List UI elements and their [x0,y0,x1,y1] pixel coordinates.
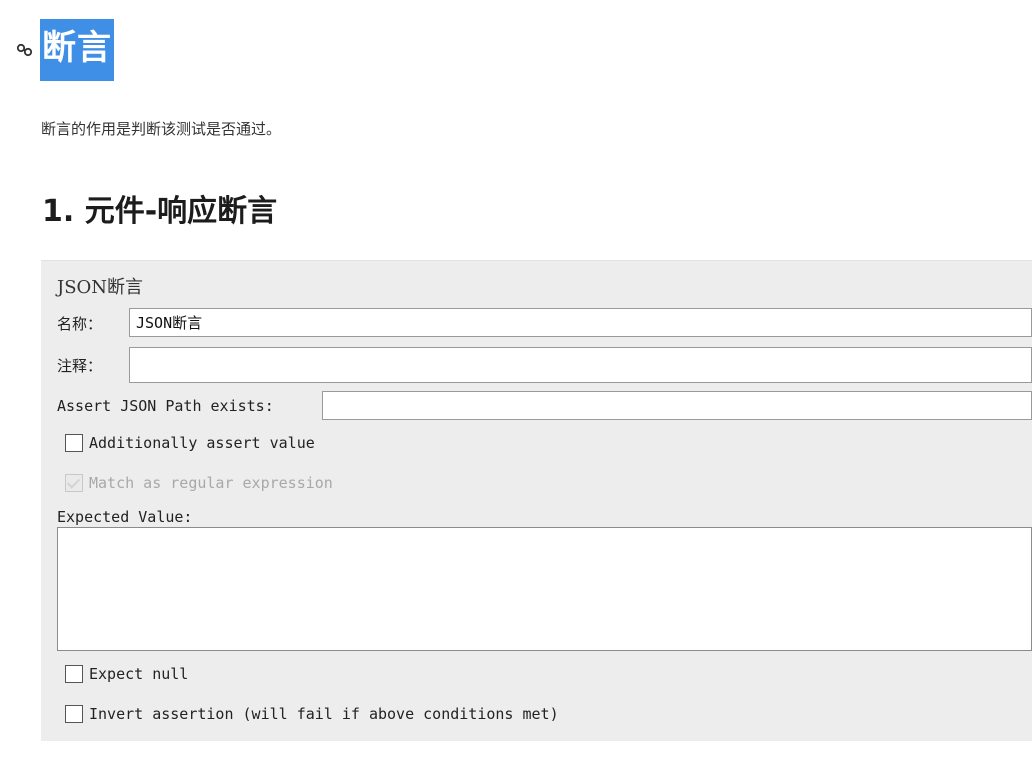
invert-assertion-checkbox[interactable] [65,705,83,723]
additionally-assert-checkbox[interactable] [65,434,83,452]
json-path-input[interactable] [329,396,1025,415]
regex-checkbox[interactable] [65,474,83,492]
json-path-field[interactable] [322,391,1032,420]
additionally-assert-label: Additionally assert value [89,434,315,452]
expect-null-row[interactable]: Expect null [65,665,188,683]
comment-input[interactable] [136,356,1025,374]
regex-row[interactable]: Match as regular expression [65,474,333,492]
expected-value-field[interactable] [57,527,1032,651]
expect-null-checkbox[interactable] [65,665,83,683]
name-label: 名称： [57,315,103,333]
expected-value-textarea[interactable] [58,528,1031,650]
additionally-assert-row[interactable]: Additionally assert value [65,434,315,452]
comment-field[interactable] [129,347,1032,383]
invert-assertion-row[interactable]: Invert assertion (will fail if above con… [65,705,559,723]
expected-value-label: Expected Value: [57,508,193,526]
page-heading: 断言 [12,19,114,81]
link-icon[interactable] [12,37,38,63]
invert-assertion-label: Invert assertion (will fail if above con… [89,705,559,723]
name-field[interactable] [129,308,1032,337]
name-input[interactable] [136,313,1025,332]
intro-text: 断言的作用是判断该测试是否通过。 [41,120,282,138]
comment-label: 注释： [57,357,103,375]
json-path-label: Assert JSON Path exists: [57,397,274,415]
json-assertion-panel: JSON断言 名称： 注释： Assert JSON Path exists: … [41,260,1032,741]
panel-title: JSON断言 [57,277,144,298]
section-title: 1. 元件-响应断言 [42,194,278,229]
regex-label: Match as regular expression [89,474,333,492]
page-title: 断言 [40,19,114,81]
expect-null-label: Expect null [89,665,189,683]
